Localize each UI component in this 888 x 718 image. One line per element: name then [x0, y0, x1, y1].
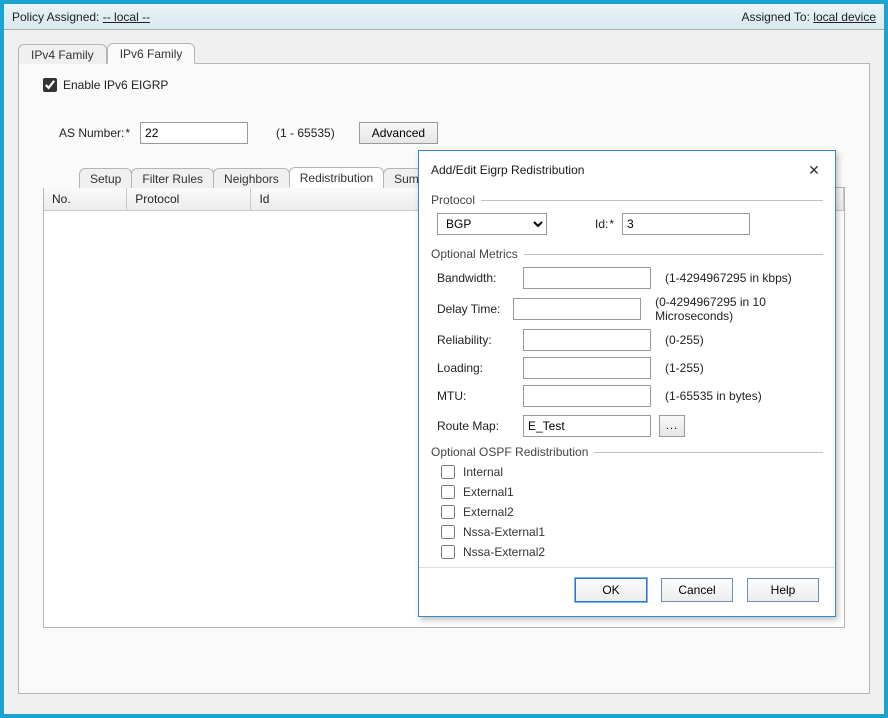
ospf-nssa-external1-label: Nssa-External1	[463, 525, 545, 539]
enable-ipv6-eigrp-label: Enable IPv6 EIGRP	[63, 78, 168, 92]
metrics-legend: Optional Metrics	[431, 247, 823, 261]
bandwidth-row: Bandwidth: (1-4294967295 in kbps)	[437, 267, 823, 289]
ospf-external2-label: External2	[463, 505, 514, 519]
ospf-nssa-external2-row: Nssa-External2	[441, 545, 823, 559]
ospf-legend-text: Optional OSPF Redistribution	[431, 445, 588, 459]
ospf-external2-checkbox[interactable]	[441, 505, 455, 519]
assigned-to: Assigned To: local device	[741, 10, 876, 24]
bandwidth-input[interactable]	[523, 267, 651, 289]
enable-ipv6-eigrp-checkbox[interactable]	[43, 78, 57, 92]
assigned-to-value[interactable]: local device	[813, 10, 876, 24]
delay-label: Delay Time:	[437, 302, 505, 316]
ospf-nssa-external1-row: Nssa-External1	[441, 525, 823, 539]
policy-assigned: Policy Assigned: -- local --	[12, 10, 150, 24]
ospf-external2-row: External2	[441, 505, 823, 519]
reliability-input[interactable]	[523, 329, 651, 351]
ospf-nssa-external2-checkbox[interactable]	[441, 545, 455, 559]
tab-ipv6-family[interactable]: IPv6 Family	[107, 43, 196, 64]
protocol-row: BGP Id:	[437, 213, 823, 235]
protocol-legend: Protocol	[431, 193, 823, 207]
delay-row: Delay Time: (0-4294967295 in 10 Microsec…	[437, 295, 823, 323]
loading-input[interactable]	[523, 357, 651, 379]
policy-assigned-label: Policy Assigned:	[12, 10, 99, 24]
tab-redistribution[interactable]: Redistribution	[289, 167, 384, 188]
delay-hint: (0-4294967295 in 10 Microseconds)	[655, 295, 823, 323]
advanced-button[interactable]: Advanced	[359, 122, 438, 144]
legend-line	[481, 200, 823, 201]
ospf-internal-label: Internal	[463, 465, 503, 479]
dialog-buttons: OK Cancel Help	[419, 567, 835, 616]
col-protocol[interactable]: Protocol	[127, 188, 251, 210]
dialog-title: Add/Edit Eigrp Redistribution	[431, 163, 584, 177]
dialog-titlebar: Add/Edit Eigrp Redistribution ✕	[419, 151, 835, 187]
ospf-nssa-external1-checkbox[interactable]	[441, 525, 455, 539]
legend-line	[594, 452, 823, 453]
bandwidth-label: Bandwidth:	[437, 271, 515, 285]
ospf-fieldset: Optional OSPF Redistribution Internal Ex…	[431, 441, 823, 559]
route-map-row: Route Map: ...	[437, 415, 835, 437]
optional-metrics-fieldset: Optional Metrics Bandwidth: (1-429496729…	[431, 243, 823, 407]
legend-line	[524, 254, 823, 255]
app-window: Policy Assigned: -- local -- Assigned To…	[0, 0, 888, 718]
protocol-fieldset: Protocol BGP Id:	[431, 189, 823, 235]
reliability-hint: (0-255)	[665, 333, 704, 347]
protocol-legend-text: Protocol	[431, 193, 475, 207]
id-label: Id:	[595, 217, 614, 231]
ospf-external1-label: External1	[463, 485, 514, 499]
ospf-external1-row: External1	[441, 485, 823, 499]
id-input[interactable]	[622, 213, 750, 235]
protocol-select[interactable]: BGP	[437, 213, 547, 235]
metrics-legend-text: Optional Metrics	[431, 247, 518, 261]
ospf-legend: Optional OSPF Redistribution	[431, 445, 823, 459]
route-map-browse-button[interactable]: ...	[659, 415, 685, 437]
col-no[interactable]: No.	[44, 188, 127, 210]
mtu-hint: (1-65535 in bytes)	[665, 389, 762, 403]
route-map-label: Route Map:	[437, 419, 515, 433]
bandwidth-hint: (1-4294967295 in kbps)	[665, 271, 792, 285]
mtu-label: MTU:	[437, 389, 515, 403]
loading-row: Loading: (1-255)	[437, 357, 823, 379]
as-number-label: AS Number:	[59, 126, 130, 140]
help-button[interactable]: Help	[747, 578, 819, 602]
ospf-internal-checkbox[interactable]	[441, 465, 455, 479]
mtu-input[interactable]	[523, 385, 651, 407]
ospf-nssa-external2-label: Nssa-External2	[463, 545, 545, 559]
add-edit-eigrp-dialog: Add/Edit Eigrp Redistribution ✕ Protocol…	[418, 150, 836, 617]
ok-button[interactable]: OK	[575, 578, 647, 602]
policy-assigned-value[interactable]: -- local --	[103, 10, 150, 24]
as-number-range: (1 - 65535)	[276, 126, 335, 140]
reliability-row: Reliability: (0-255)	[437, 329, 823, 351]
loading-hint: (1-255)	[665, 361, 704, 375]
cancel-button[interactable]: Cancel	[661, 578, 733, 602]
top-bar: Policy Assigned: -- local -- Assigned To…	[4, 4, 884, 30]
assigned-to-label: Assigned To:	[741, 10, 810, 24]
route-map-input[interactable]	[523, 415, 651, 437]
tab-filter-rules[interactable]: Filter Rules	[131, 168, 214, 188]
ospf-internal-row: Internal	[441, 465, 823, 479]
delay-input[interactable]	[513, 298, 641, 320]
reliability-label: Reliability:	[437, 333, 515, 347]
tab-neighbors[interactable]: Neighbors	[213, 168, 290, 188]
as-number-row: AS Number: (1 - 65535) Advanced	[59, 122, 853, 144]
as-number-input[interactable]	[140, 122, 248, 144]
close-icon[interactable]: ✕	[805, 161, 823, 179]
tab-ipv4-family[interactable]: IPv4 Family	[18, 44, 107, 64]
ospf-external1-checkbox[interactable]	[441, 485, 455, 499]
mtu-row: MTU: (1-65535 in bytes)	[437, 385, 823, 407]
enable-ipv6-eigrp-row: Enable IPv6 EIGRP	[43, 78, 853, 92]
outer-tabs: IPv4 Family IPv6 Family	[18, 42, 870, 64]
loading-label: Loading:	[437, 361, 515, 375]
tab-setup[interactable]: Setup	[79, 168, 132, 188]
